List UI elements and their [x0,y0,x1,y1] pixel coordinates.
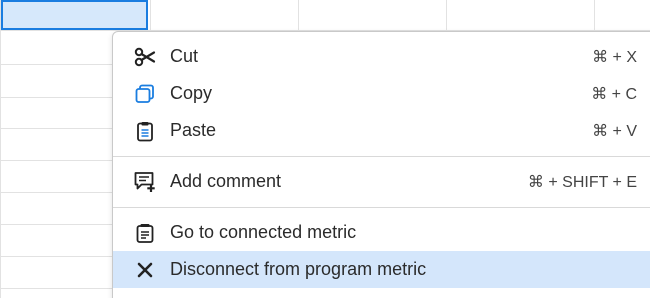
menu-item-label: Copy [170,83,213,103]
menu-item-label: Disconnect from program metric [170,259,427,279]
context-menu: Cut ⌘ + X Copy ⌘ + C Paste ⌘ + V Add com… [112,31,650,298]
menu-item-label: Paste [170,120,217,140]
scissors-icon [133,45,157,69]
menu-item-paste[interactable]: Paste ⌘ + V [113,112,650,149]
spreadsheet-view: Cut ⌘ + X Copy ⌘ + C Paste ⌘ + V Add com… [0,0,650,298]
selected-cell[interactable] [1,0,148,30]
menu-item-cut[interactable]: Cut ⌘ + X [113,38,650,75]
menu-item-disconnect-from-program-metric[interactable]: Disconnect from program metric [113,251,650,288]
menu-item-go-to-connected-metric[interactable]: Go to connected metric [113,214,650,251]
shortcut-label: ⌘ + SHIFT + E [527,173,637,191]
menu-separator [113,207,650,208]
shortcut-label: ⌘ + V [592,122,637,140]
menu-item-copy[interactable]: Copy ⌘ + C [113,75,650,112]
menu-item-label: Cut [170,46,199,66]
menu-item-add-comment[interactable]: Add comment ⌘ + SHIFT + E [113,163,650,200]
menu-item-label: Go to connected metric [170,222,357,242]
close-icon [133,258,157,282]
connected-metric-icon [133,221,157,245]
shortcut-label: ⌘ + X [592,48,637,66]
add-comment-icon [133,170,157,194]
shortcut-label: ⌘ + C [591,85,637,103]
menu-separator [113,156,650,157]
paste-icon [133,119,157,143]
copy-icon [133,82,157,106]
